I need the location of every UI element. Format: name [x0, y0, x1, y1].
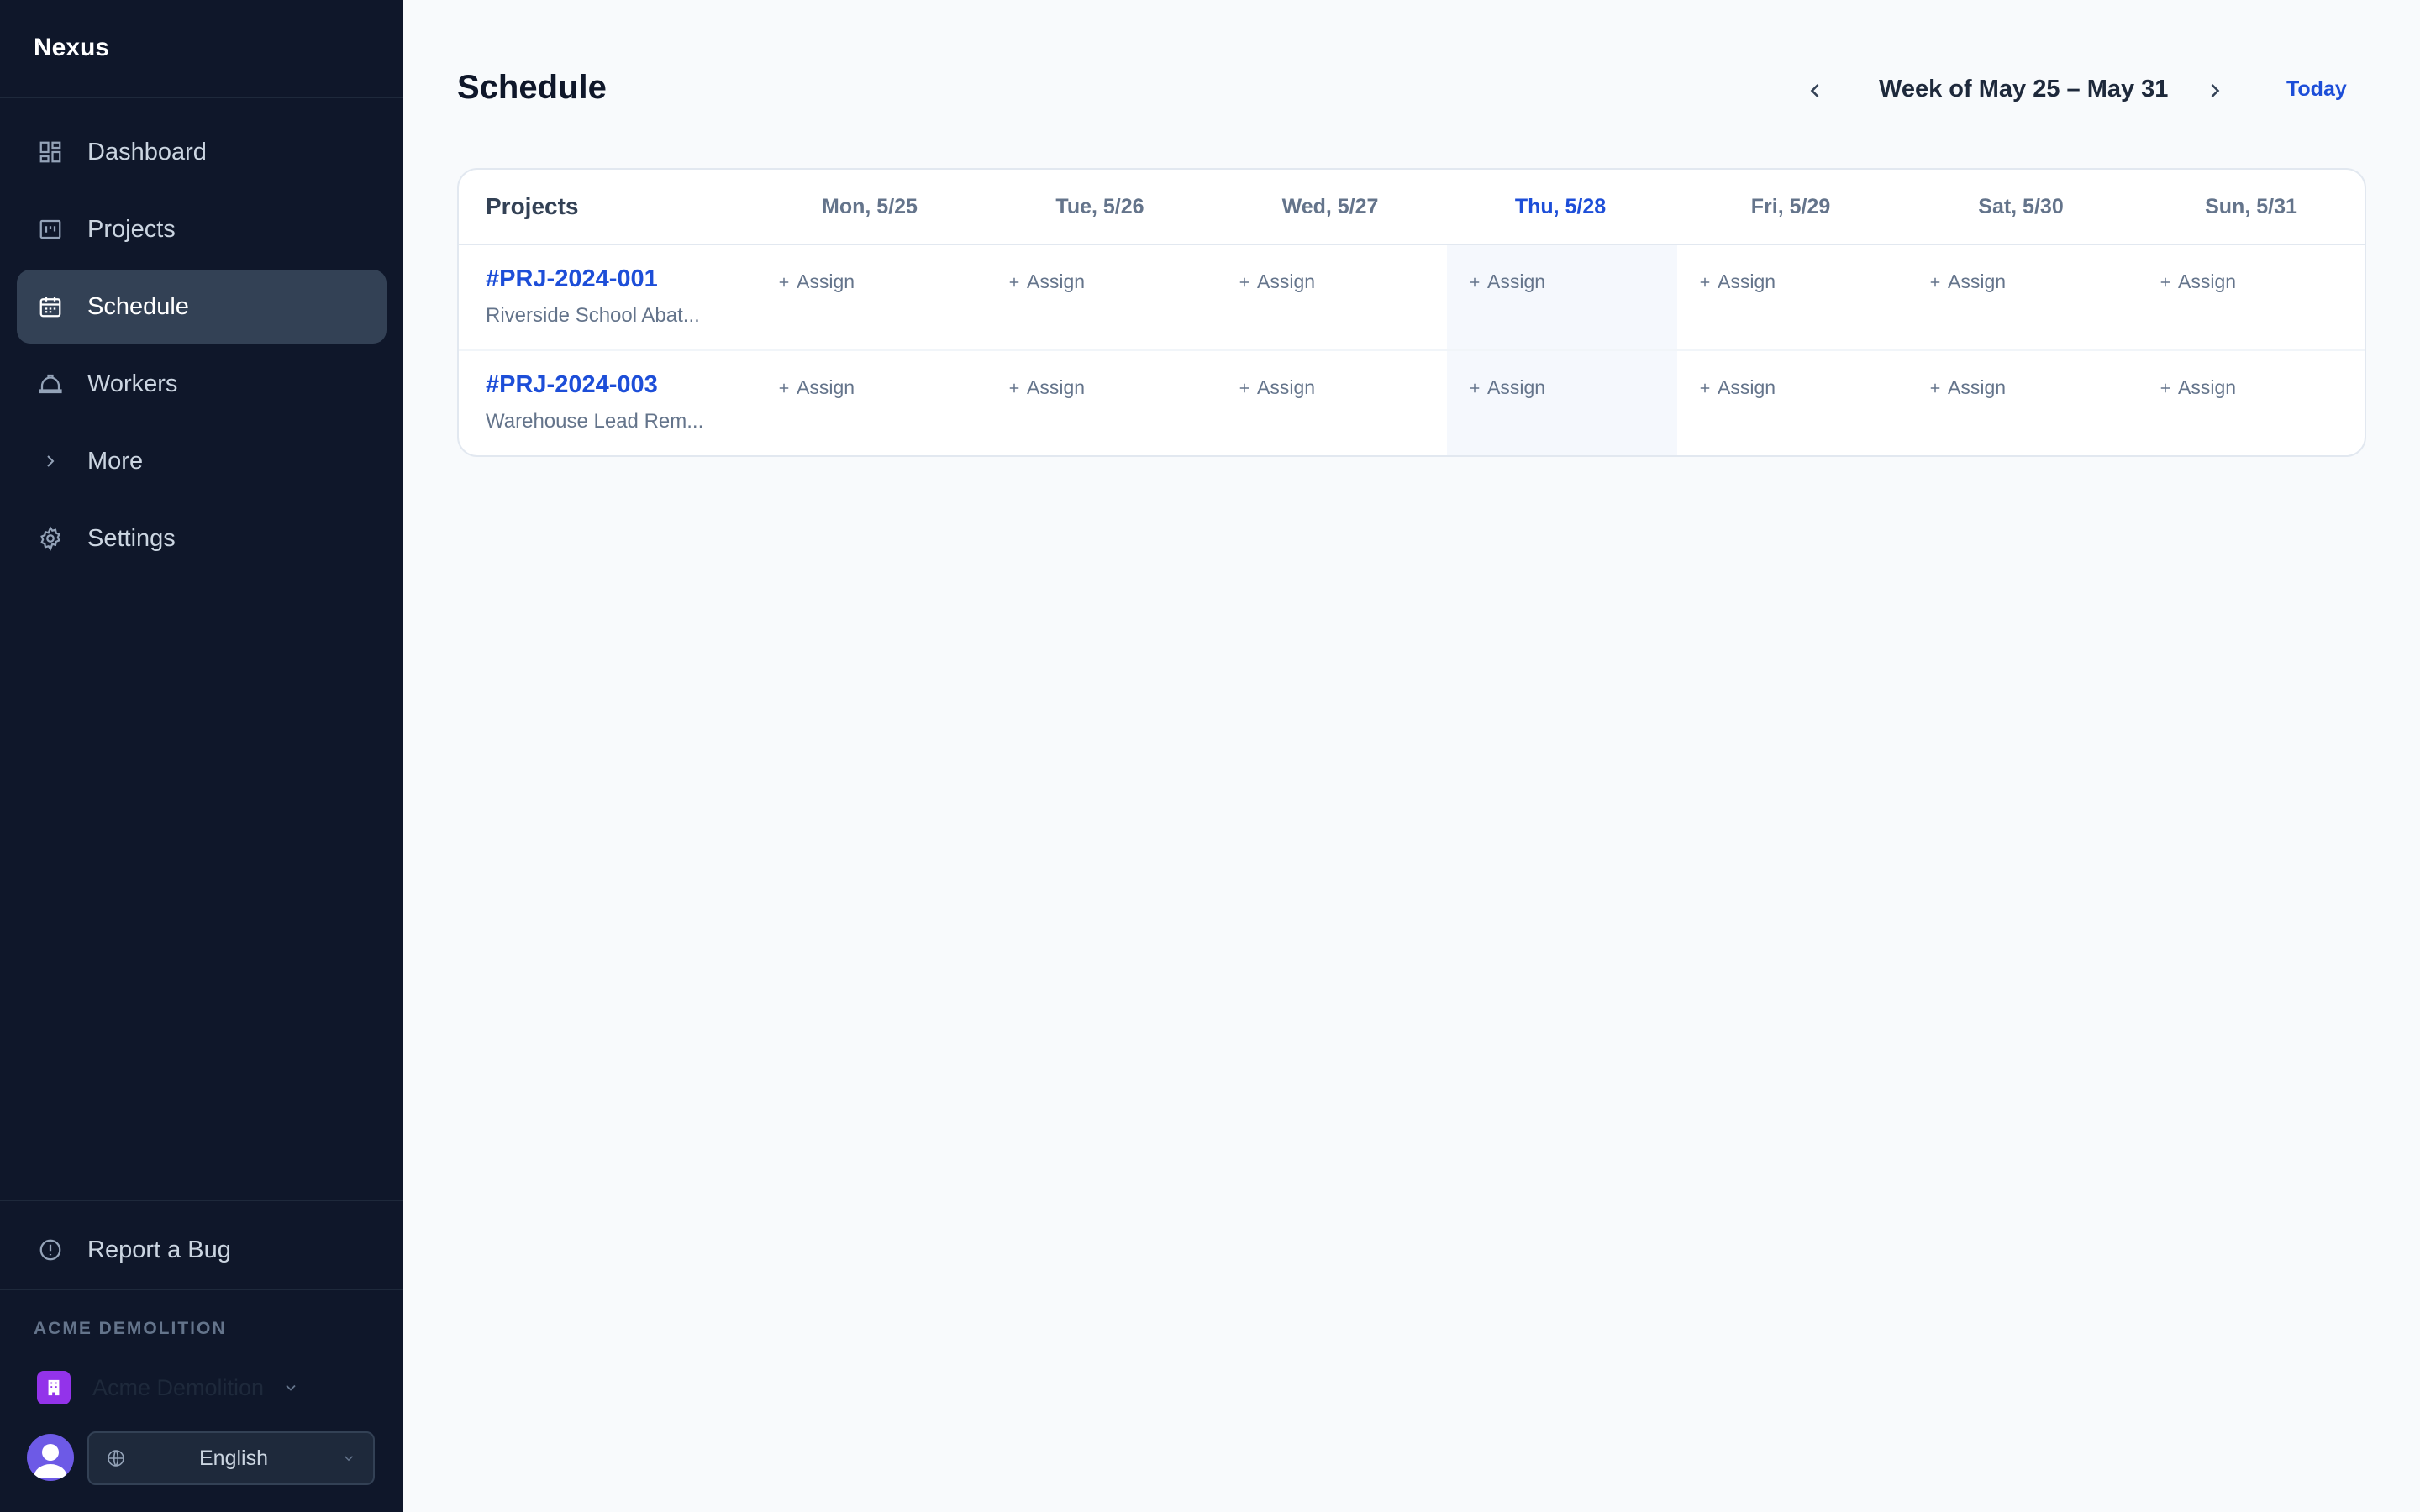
assign-label: Assign — [1487, 270, 1546, 292]
sidebar: Nexus Dashboard Projects Schedule Worker… — [0, 0, 403, 1512]
day-header: Wed, 5/27 — [1281, 195, 1379, 218]
assign-button[interactable]: Assign — [776, 270, 855, 293]
language-value: English — [199, 1446, 268, 1470]
assign-button[interactable]: Assign — [776, 376, 855, 399]
project-name: Warehouse Lead Rem... — [486, 410, 704, 433]
projects-icon — [37, 216, 64, 243]
report-bug-button[interactable]: Report a Bug — [17, 1213, 387, 1287]
assign-label: Assign — [1948, 376, 2007, 398]
divider — [0, 1200, 403, 1201]
assign-label: Assign — [1257, 270, 1316, 292]
assign-button[interactable]: Assign — [1007, 270, 1085, 293]
assign-button[interactable]: Assign — [1697, 270, 1776, 293]
plus-icon — [1697, 381, 1712, 396]
day-header-today: Thu, 5/28 — [1514, 195, 1607, 218]
alert-icon — [37, 1236, 64, 1263]
project-name: Riverside School Abat... — [486, 304, 700, 327]
assign-button[interactable]: Assign — [1928, 270, 2006, 293]
hardhat-icon — [37, 370, 64, 397]
chevron-right-icon — [37, 448, 64, 475]
divider — [0, 1289, 403, 1290]
day-header: Fri, 5/29 — [1750, 195, 1831, 218]
dashboard-icon — [37, 139, 64, 165]
assign-label: Assign — [1948, 270, 2007, 292]
plus-icon — [776, 275, 792, 290]
table-row: #PRJ-2024-003 Warehouse Lead Rem... Assi… — [459, 351, 2365, 455]
assign-label: Assign — [1487, 376, 1546, 398]
assign-label: Assign — [1027, 376, 1086, 398]
sidebar-item-label: Workers — [87, 370, 178, 397]
plus-icon — [2158, 275, 2173, 290]
calendar-icon — [37, 293, 64, 320]
day-header: Mon, 5/25 — [822, 195, 918, 218]
sidebar-item-label: Dashboard — [87, 138, 207, 165]
plus-icon — [776, 381, 792, 396]
schedule-grid: Projects Mon, 5/25 Tue, 5/26 Wed, 5/27 T… — [457, 168, 2366, 457]
chevron-down-icon — [282, 1379, 299, 1396]
language-select[interactable]: English — [87, 1431, 375, 1485]
page-title: Schedule — [457, 69, 607, 106]
building-icon — [37, 1371, 71, 1404]
sidebar-item-dashboard[interactable]: Dashboard — [17, 115, 387, 189]
plus-icon — [1007, 381, 1022, 396]
org-name: Acme Demolition — [92, 1374, 265, 1400]
sidebar-item-projects[interactable]: Projects — [17, 192, 387, 266]
assign-button[interactable]: Assign — [1467, 376, 1545, 399]
plus-icon — [2158, 381, 2173, 396]
assign-label: Assign — [1718, 376, 1776, 398]
gear-icon — [37, 525, 64, 552]
user-avatar[interactable] — [27, 1434, 74, 1481]
sidebar-item-settings[interactable]: Settings — [17, 501, 387, 575]
project-link[interactable]: #PRJ-2024-003 — [486, 371, 658, 399]
sidebar-item-schedule[interactable]: Schedule — [17, 270, 387, 344]
plus-icon — [1007, 275, 1022, 290]
plus-icon — [1467, 275, 1482, 290]
assign-label: Assign — [2178, 376, 2237, 398]
org-section-label: ACME DEMOLITION — [34, 1319, 227, 1338]
day-header: Sun, 5/31 — [2205, 195, 2297, 218]
sidebar-item-label: Schedule — [87, 292, 189, 320]
assign-label: Assign — [1257, 376, 1316, 398]
sidebar-item-label: Settings — [87, 524, 176, 552]
next-week-button[interactable] — [2198, 74, 2232, 108]
plus-icon — [1697, 275, 1712, 290]
today-button[interactable]: Today — [2286, 77, 2347, 102]
day-header: Sat, 5/30 — [1978, 195, 2064, 218]
sidebar-item-workers[interactable]: Workers — [17, 347, 387, 421]
week-navigator: Week of May 25 – May 31 Today — [1798, 71, 2386, 111]
assign-button[interactable]: Assign — [1007, 376, 1085, 399]
assign-button[interactable]: Assign — [1928, 376, 2006, 399]
sidebar-item-label: More — [87, 447, 144, 475]
assign-label: Assign — [797, 376, 855, 398]
report-bug-label: Report a Bug — [87, 1236, 231, 1263]
assign-label: Assign — [1027, 270, 1086, 292]
chevron-down-icon — [341, 1451, 356, 1466]
previous-week-button[interactable] — [1798, 74, 1832, 108]
table-row: #PRJ-2024-001 Riverside School Abat... A… — [459, 245, 2365, 351]
assign-button[interactable]: Assign — [1237, 376, 1315, 399]
projects-column-header: Projects — [486, 193, 579, 219]
plus-icon — [1928, 275, 1943, 290]
globe-icon — [106, 1448, 126, 1468]
app-logo: Nexus — [0, 0, 403, 98]
plus-icon — [1237, 275, 1252, 290]
assign-label: Assign — [1718, 270, 1776, 292]
week-label: Week of May 25 – May 31 — [1879, 76, 2169, 102]
assign-label: Assign — [797, 270, 855, 292]
assign-button[interactable]: Assign — [2158, 376, 2236, 399]
plus-icon — [1237, 381, 1252, 396]
assign-button[interactable]: Assign — [1467, 270, 1545, 293]
grid-header: Projects Mon, 5/25 Tue, 5/26 Wed, 5/27 T… — [459, 170, 2365, 245]
org-selector[interactable]: Acme Demolition — [37, 1369, 299, 1406]
sidebar-item-more[interactable]: More — [17, 424, 387, 498]
assign-button[interactable]: Assign — [1697, 376, 1776, 399]
assign-button[interactable]: Assign — [2158, 270, 2236, 293]
assign-label: Assign — [2178, 270, 2237, 292]
sidebar-item-label: Projects — [87, 215, 176, 243]
plus-icon — [1928, 381, 1943, 396]
plus-icon — [1467, 381, 1482, 396]
project-link[interactable]: #PRJ-2024-001 — [486, 265, 658, 293]
day-header: Tue, 5/26 — [1055, 195, 1144, 218]
assign-button[interactable]: Assign — [1237, 270, 1315, 293]
